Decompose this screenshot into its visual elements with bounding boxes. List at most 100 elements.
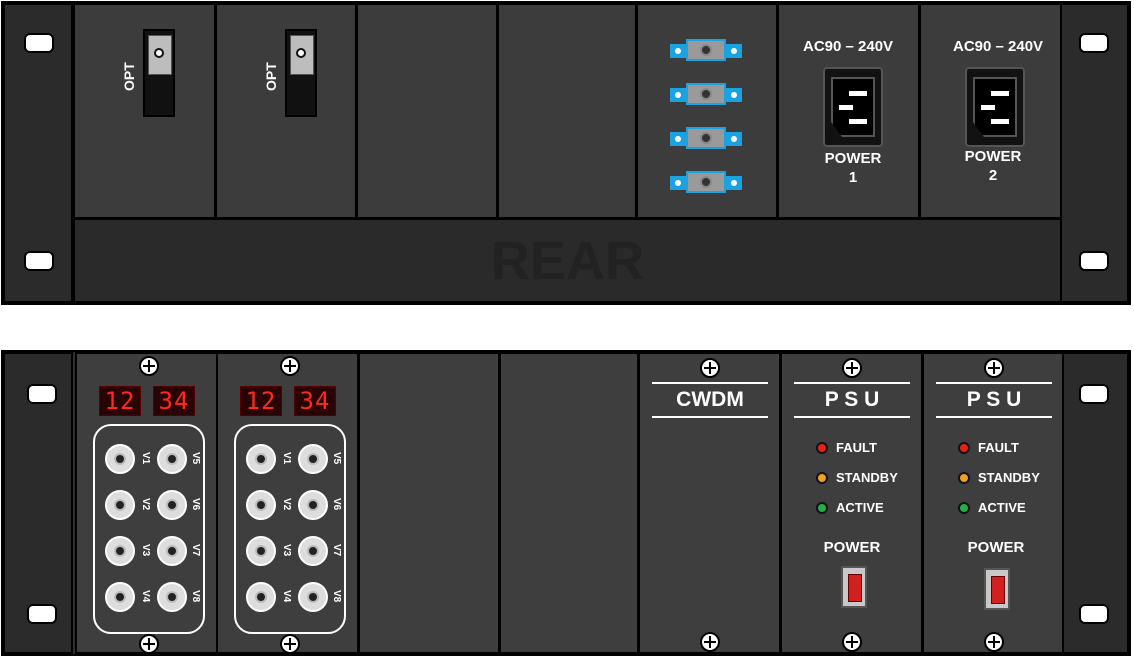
video-module-2: 12 34 V1 V2 V3 V4 V5 V6 V7 V8 (216, 352, 359, 654)
channel-label-v3: V3 (281, 544, 292, 557)
rack-mount-hole (1079, 604, 1109, 624)
channel-label-v1: V1 (281, 452, 292, 465)
bnc-connector-v8[interactable] (298, 582, 328, 612)
screw-icon (700, 358, 720, 378)
bnc-connector-v3[interactable] (105, 536, 135, 566)
channel-label-v8: V8 (190, 590, 201, 603)
bnc-panel: V1 V2 V3 V4 V5 V6 V7 V8 (234, 424, 346, 634)
bnc-connector-v2[interactable] (105, 490, 135, 520)
rack-mount-hole (24, 33, 54, 53)
channel-display-left: 12 (99, 386, 141, 416)
standby-indicator: STANDBY (958, 470, 1040, 485)
rack-mount-hole (1079, 251, 1109, 271)
psu-title: P S U (794, 382, 910, 418)
power-switch[interactable] (841, 566, 867, 608)
bnc-panel: V1 V2 V3 V4 V5 V6 V7 V8 (93, 424, 205, 634)
screw-icon (842, 632, 862, 652)
psu-power-label: POWER (823, 539, 881, 556)
fiber-port-icon (154, 48, 164, 58)
channel-label-v5: V5 (190, 452, 201, 465)
rear-slot-empty-3 (356, 3, 498, 219)
active-indicator: ACTIVE (816, 500, 884, 515)
rear-right-rack-ear (1059, 3, 1129, 303)
rear-slot-empty-4 (497, 3, 637, 219)
channel-label-v6: V6 (331, 498, 342, 511)
front-slot-empty-3 (358, 352, 500, 654)
rear-chassis: OPT OPT AC90 – 240V POWER 1 AC90 – 240V … (1, 1, 1131, 305)
front-left-rack-ear (3, 352, 73, 654)
screw-icon (280, 356, 300, 376)
fiber-adapter-2[interactable] (670, 83, 746, 107)
standby-led-icon (958, 471, 970, 484)
bnc-connector-v1[interactable] (105, 444, 135, 474)
front-chassis: 12 34 V1 V2 V3 V4 V5 V6 V7 V8 12 34 V1 V… (1, 350, 1131, 656)
optical-port[interactable] (285, 29, 317, 117)
psu-title: P S U (936, 382, 1052, 418)
rack-mount-hole (1079, 384, 1109, 404)
rack-mount-hole (27, 384, 57, 404)
bnc-connector-v2[interactable] (246, 490, 276, 520)
bnc-connector-v4[interactable] (105, 582, 135, 612)
bnc-connector-v7[interactable] (298, 536, 328, 566)
bnc-connector-v5[interactable] (157, 444, 187, 474)
screw-icon (842, 358, 862, 378)
channel-label-v2: V2 (140, 498, 151, 511)
psu-module-1: P S U FAULT STANDBY ACTIVE POWER (780, 352, 923, 654)
bnc-connector-v3[interactable] (246, 536, 276, 566)
bnc-connector-v4[interactable] (246, 582, 276, 612)
channel-label-v1: V1 (140, 452, 151, 465)
power-switch[interactable] (984, 568, 1010, 610)
power-2-label: POWER 2 (964, 148, 1022, 184)
fault-led-icon (958, 441, 970, 454)
front-slot-empty-4 (499, 352, 639, 654)
optical-port[interactable] (143, 29, 175, 117)
cwdm-title: CWDM (652, 382, 768, 418)
channel-label-v6: V6 (190, 498, 201, 511)
bnc-connector-v7[interactable] (157, 536, 187, 566)
fault-indicator: FAULT (958, 440, 1019, 455)
channel-display-right: 34 (153, 386, 195, 416)
fiber-adapter-1[interactable] (670, 39, 746, 63)
bnc-connector-v8[interactable] (157, 582, 187, 612)
rack-mount-hole (1079, 33, 1109, 53)
bnc-connector-v6[interactable] (298, 490, 328, 520)
channel-label-v4: V4 (140, 590, 151, 603)
channel-label-v7: V7 (331, 544, 342, 557)
bnc-connector-v1[interactable] (246, 444, 276, 474)
channel-label-v7: V7 (190, 544, 201, 557)
cwdm-module: CWDM (638, 352, 781, 654)
psu-module-2: P S U FAULT STANDBY ACTIVE POWER (922, 352, 1064, 654)
fiber-adapter-4[interactable] (670, 171, 746, 195)
screw-icon (700, 632, 720, 652)
power-inlet-1[interactable] (823, 67, 883, 147)
opt-label: OPT (263, 62, 279, 91)
active-indicator: ACTIVE (958, 500, 1026, 515)
screw-icon (139, 356, 159, 376)
fiber-adapter-3[interactable] (670, 127, 746, 151)
fault-led-icon (816, 441, 828, 454)
rear-title: REAR (490, 230, 644, 291)
screw-icon (984, 358, 1004, 378)
channel-display-left: 12 (240, 386, 282, 416)
power-inlet-2[interactable] (965, 67, 1025, 147)
channel-label-v4: V4 (281, 590, 292, 603)
channel-label-v5: V5 (331, 452, 342, 465)
channel-label-v3: V3 (140, 544, 151, 557)
ac-rating-label: AC90 – 240V (953, 38, 1044, 55)
rack-mount-hole (27, 604, 57, 624)
front-right-rack-ear (1059, 352, 1129, 654)
screw-icon (139, 634, 159, 654)
bnc-connector-v5[interactable] (298, 444, 328, 474)
psu-power-label: POWER (967, 539, 1025, 556)
rear-slot-opt-1: OPT (73, 3, 216, 219)
standby-led-icon (816, 471, 828, 484)
power-1-label: POWER 1 (824, 150, 882, 186)
video-module-1: 12 34 V1 V2 V3 V4 V5 V6 V7 V8 (75, 352, 218, 654)
screw-icon (280, 634, 300, 654)
rear-slot-power-1: AC90 – 240V POWER 1 (777, 3, 920, 219)
active-led-icon (816, 501, 828, 514)
channel-label-v8: V8 (331, 590, 342, 603)
rear-label-bar: REAR (73, 218, 1062, 303)
bnc-connector-v6[interactable] (157, 490, 187, 520)
channel-label-v2: V2 (281, 498, 292, 511)
